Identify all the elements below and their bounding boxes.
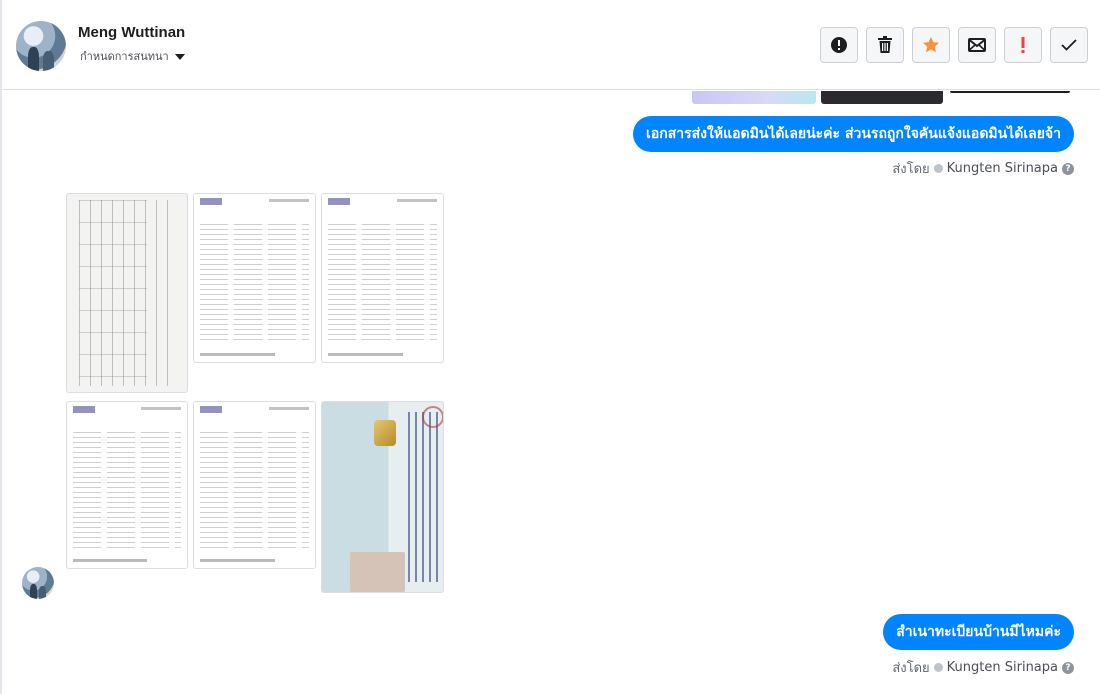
agent-name[interactable]: Kungten Sirinapa	[947, 161, 1058, 176]
done-button[interactable]	[1050, 27, 1088, 63]
verified-icon	[933, 164, 943, 173]
outgoing-message-bubble[interactable]: เอกสารส่งให้แอดมินได้เลยน่ะค่ะ ส่วนรถถูก…	[633, 116, 1074, 152]
star-button[interactable]	[912, 27, 950, 63]
image-attachment[interactable]	[193, 193, 316, 363]
previous-image-attachment[interactable]	[692, 91, 816, 104]
contact-avatar[interactable]	[16, 21, 66, 71]
trash-icon	[878, 36, 892, 53]
agent-name[interactable]: Kungten Sirinapa	[947, 660, 1058, 675]
sent-by-label: ส่งโดย	[892, 162, 930, 177]
previous-image-attachment[interactable]	[821, 91, 943, 104]
message-thread[interactable]: เอกสารส่งให้แอดมินได้เลยน่ะค่ะ ส่วนรถถูก…	[2, 91, 1100, 694]
verified-icon	[933, 663, 943, 672]
mark-unread-button[interactable]	[958, 27, 996, 63]
assign-conversation-dropdown[interactable]: กำหนดการสนทนา	[80, 47, 185, 65]
assign-label: กำหนดการสนทนา	[80, 50, 169, 63]
image-attachment[interactable]	[66, 401, 188, 569]
message-sender-info: ส่งโดย Kungten Sirinapa ?	[892, 158, 1074, 179]
contact-avatar-small[interactable]	[22, 567, 54, 599]
star-icon	[923, 37, 939, 53]
help-icon[interactable]: ?	[1062, 162, 1074, 175]
image-attachment[interactable]	[193, 401, 316, 569]
priority-button[interactable]	[1004, 27, 1042, 63]
conversation-header: Meng Wuttinan กำหนดการสนทนา	[2, 0, 1100, 90]
help-icon[interactable]: ?	[1062, 661, 1074, 674]
conversation-actions	[820, 27, 1088, 63]
delete-button[interactable]	[866, 27, 904, 63]
sent-by-label: ส่งโดย	[892, 661, 930, 676]
contact-name[interactable]: Meng Wuttinan	[78, 24, 185, 41]
id-card-image-attachment[interactable]	[321, 401, 444, 593]
image-attachment[interactable]	[66, 193, 188, 393]
spam-button[interactable]	[820, 27, 858, 63]
alert-circle-icon	[831, 37, 847, 53]
previous-image-attachment[interactable]	[950, 91, 1070, 93]
envelope-icon	[968, 38, 986, 52]
image-attachment[interactable]	[321, 193, 444, 363]
check-icon	[1061, 39, 1077, 51]
message-sender-info: ส่งโดย Kungten Sirinapa ?	[892, 657, 1074, 678]
outgoing-message-bubble[interactable]: สำเนาทะเบียนบ้านมีไหมค่ะ	[883, 614, 1074, 650]
caret-down-icon	[174, 53, 185, 60]
exclamation-icon	[1021, 37, 1025, 53]
